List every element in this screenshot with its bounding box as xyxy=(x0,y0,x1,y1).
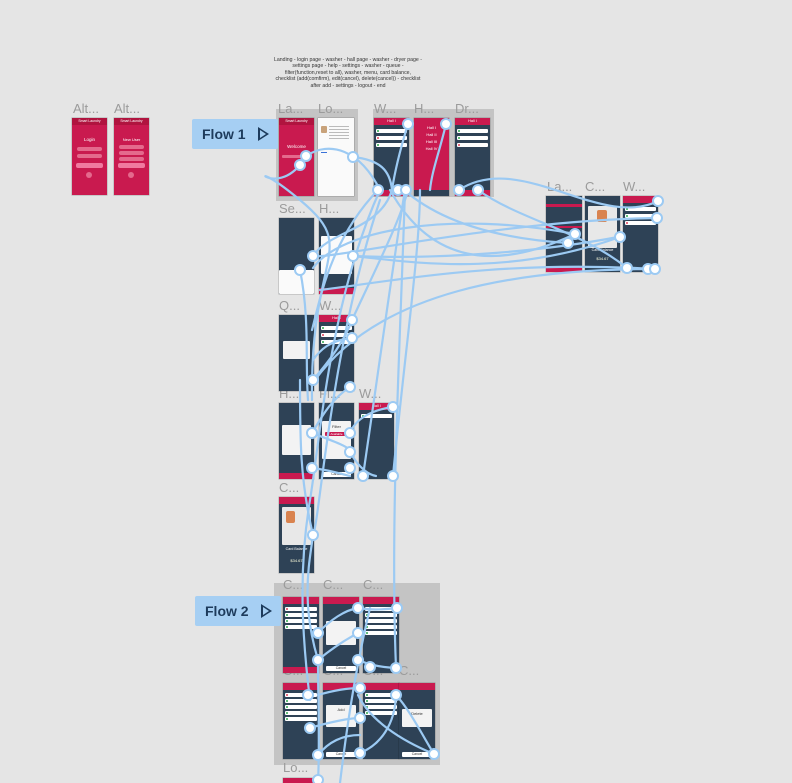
connector xyxy=(298,268,310,402)
connector xyxy=(316,658,320,783)
connector-node xyxy=(453,184,465,196)
connector-node xyxy=(354,747,366,759)
connector xyxy=(316,733,362,757)
connector-node xyxy=(649,263,661,275)
connector-node xyxy=(400,184,412,196)
connector-node xyxy=(364,661,376,673)
connector xyxy=(350,235,622,266)
connector-node xyxy=(300,150,312,162)
connector-node xyxy=(346,332,358,344)
connector-node xyxy=(391,602,403,614)
connector-node xyxy=(344,446,356,458)
connector-node xyxy=(354,682,366,694)
connector-node xyxy=(312,749,324,761)
connector-node xyxy=(569,228,581,240)
prototype-connectors xyxy=(264,118,664,783)
connector-node xyxy=(562,237,574,249)
connector-node xyxy=(304,722,316,734)
connector-node xyxy=(357,470,369,482)
connector xyxy=(308,716,362,730)
connector-node xyxy=(390,689,402,701)
connector-node xyxy=(387,470,399,482)
connector-node xyxy=(306,427,318,439)
connector xyxy=(310,188,380,332)
connector xyxy=(264,163,331,402)
connector-node xyxy=(312,654,324,666)
connector-node xyxy=(344,462,356,474)
connector-node xyxy=(306,462,318,474)
connector xyxy=(351,235,620,258)
connector-node xyxy=(428,748,440,760)
connector-node xyxy=(344,427,356,439)
connector xyxy=(457,177,660,209)
connector xyxy=(316,631,360,662)
connector-node xyxy=(307,250,319,262)
connector-node xyxy=(387,401,399,413)
connector-node xyxy=(346,314,358,326)
connector xyxy=(428,122,448,192)
connector-node xyxy=(312,627,324,639)
connector-node xyxy=(344,381,356,393)
connector-node xyxy=(614,231,626,243)
connector-node xyxy=(352,602,364,614)
connector-node xyxy=(440,118,452,130)
connector-node xyxy=(294,159,306,171)
connector-node xyxy=(347,151,359,163)
connector xyxy=(306,533,320,662)
connector-node xyxy=(652,195,664,207)
connector-node xyxy=(294,264,306,276)
connector-node xyxy=(390,662,402,674)
connector-node xyxy=(651,212,663,224)
connector xyxy=(358,693,398,755)
connector-node xyxy=(354,712,366,724)
connector-node xyxy=(347,250,359,262)
connector xyxy=(390,122,410,192)
connector xyxy=(316,606,360,635)
connector-node xyxy=(472,184,484,196)
connector-node xyxy=(302,689,314,701)
connector-node xyxy=(352,627,364,639)
connector-node xyxy=(352,654,364,666)
connector xyxy=(313,267,650,382)
connector-node xyxy=(372,184,384,196)
connector-node xyxy=(312,774,324,783)
connector-node xyxy=(402,118,414,130)
connector xyxy=(298,378,315,537)
connector xyxy=(304,147,382,192)
connector-node xyxy=(621,262,633,274)
connector-node xyxy=(307,374,319,386)
connector-node xyxy=(307,529,319,541)
